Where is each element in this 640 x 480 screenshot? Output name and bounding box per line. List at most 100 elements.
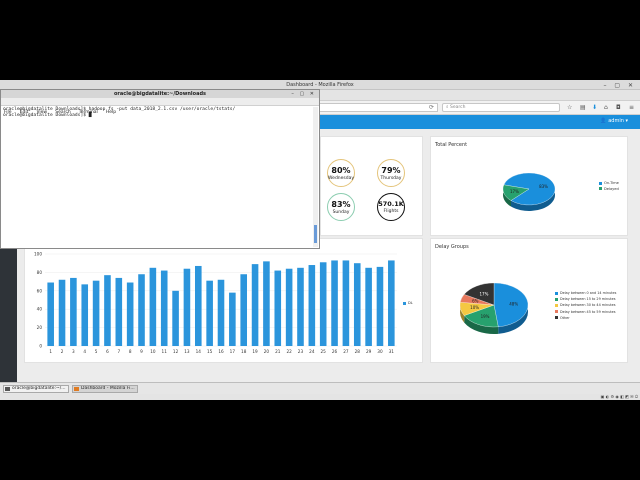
legend-swatch (599, 181, 602, 185)
legend-item: Delay between 30 to 44 minutes (555, 302, 616, 308)
browser-window-title: Dashboard - Mozilla Firefox (286, 82, 354, 88)
stat-wednesday: 80% Wednesday (327, 159, 355, 187)
x-tick-label: 14 (196, 349, 202, 354)
bar (263, 261, 270, 346)
pie-slice-label: 17% (510, 189, 519, 194)
menu-icon[interactable]: ≡ (629, 104, 634, 111)
x-tick-label: 1 (49, 349, 52, 354)
x-tick-label: 28 (355, 349, 361, 354)
bar (172, 290, 179, 346)
user-menu[interactable]: 👤 admin ▾ (600, 118, 628, 124)
pocket-icon[interactable]: ◘ (616, 104, 621, 111)
bar (285, 268, 293, 346)
terminal-output[interactable]: oracle@bigdatalite Downloads]$ hadoop fs… (3, 107, 235, 119)
firefox-icon (74, 387, 79, 391)
bar-legend: DL (403, 301, 413, 307)
x-tick-label: 9 (140, 349, 143, 354)
stat-thursday: 79% Thursday (377, 159, 405, 187)
bar (58, 279, 66, 346)
terminal-icon (5, 387, 10, 391)
bar (160, 270, 168, 346)
stat-sunday: 83% Sunday (327, 193, 355, 221)
x-tick-label: 29 (366, 349, 372, 354)
legend-item: Other (555, 315, 616, 321)
total-percent-legend: On-Time Delayed (599, 181, 619, 192)
stat-flights: 570.1K Flights (377, 193, 405, 221)
bar (342, 260, 350, 346)
terminal-line: oracle@bigdatalite Downloads]$ █ (3, 113, 92, 118)
bar (126, 282, 134, 346)
legend-swatch (555, 310, 558, 314)
reload-icon[interactable]: ⟳ (429, 104, 434, 112)
download-icon[interactable]: ⬇ (592, 104, 597, 111)
daily-bar-chart: 0204060801001 2 3 4 5 6 7 8 9 10 11 12 13 14 15 16 17 18 1… (34, 252, 397, 354)
y-tick-label: 100 (34, 252, 42, 257)
search-input[interactable]: ⌕ Search (442, 103, 560, 112)
bar (92, 280, 100, 346)
bar (331, 260, 338, 346)
legend-swatch (555, 297, 558, 301)
legend-swatch (555, 303, 558, 307)
stat-label: Sunday (332, 210, 350, 215)
star-icon[interactable]: ☆ (567, 104, 572, 111)
bar (365, 267, 372, 346)
pie-slice-label: 48% (509, 302, 518, 307)
bar (297, 267, 304, 346)
x-tick-label: 8 (129, 349, 132, 354)
daily-bar-chart-panel: 0 20 40 60 80 100 1 2 3 4 5 6 7 8 9 10 11 12 13 14 15 16 17 18 1… (24, 238, 423, 363)
pie-slice-label: 10% (470, 305, 479, 310)
taskbar-item-terminal[interactable]: oracle@bigdatalite:~/... (3, 385, 69, 393)
terminal-titlebar[interactable]: oracle@bigdatalite:~/Downloads – ▢ ✕ (1, 90, 319, 98)
terminal-scrollbar[interactable] (313, 107, 318, 247)
taskbar-item-firefox[interactable]: Dashboard - Mozilla Fi... (72, 385, 138, 393)
stats-panel: 80% Wednesday 79% Thursday 83% Sunday 57… (320, 136, 423, 236)
stat-value: 570.1K (378, 200, 404, 208)
x-tick-label: 22 (286, 349, 292, 354)
stat-label: Wednesday (328, 176, 355, 181)
x-tick-label: 23 (298, 349, 304, 354)
x-tick-label: 17 (230, 349, 236, 354)
legend-swatch (555, 291, 558, 295)
legend-label: Delay between 0 and 14 minutes (560, 291, 617, 295)
total-percent-panel: Total Percent 83% 17% On-Time Delayed (430, 136, 628, 236)
bar (240, 274, 248, 346)
bar (47, 282, 54, 346)
x-tick-label: 21 (275, 349, 281, 354)
x-tick-label: 27 (343, 349, 349, 354)
url-bar[interactable]: ⟳ (320, 103, 438, 112)
terminal-menubar: File Edit View Search Terminal Help (1, 98, 319, 115)
user-name: admin (608, 118, 624, 124)
y-tick-label: 60 (37, 288, 43, 293)
bar (81, 284, 89, 346)
legend-label: Delayed (604, 186, 619, 191)
bar (149, 267, 157, 346)
terminal-window[interactable]: oracle@bigdatalite:~/Downloads – ▢ ✕ Fil… (0, 89, 320, 249)
x-tick-label: 3 (72, 349, 75, 354)
bar (229, 292, 236, 346)
search-placeholder: Search (449, 105, 466, 110)
bar (388, 260, 395, 346)
library-icon[interactable]: ▤ (580, 104, 586, 111)
x-tick-label: 6 (106, 349, 109, 354)
bar (319, 262, 327, 346)
bar (70, 277, 77, 346)
x-tick-label: 7 (117, 349, 120, 354)
tray-icons[interactable]: ▣ ◐ ⚙ ◉ ◧ ◩ ✉ ⏻ (601, 393, 638, 400)
stat-value: 80% (331, 166, 351, 175)
y-tick-label: 0 (39, 344, 42, 349)
x-tick-label: 25 (321, 349, 327, 354)
bar (274, 270, 282, 346)
stat-label: Thursday (380, 176, 402, 181)
scrollbar-thumb[interactable] (314, 225, 317, 243)
bar (206, 280, 213, 346)
bar (308, 265, 316, 346)
pie-slice-label: 83% (539, 184, 548, 189)
legend-label: Other (560, 315, 570, 320)
bar (376, 266, 384, 346)
x-tick-label: 10 (150, 349, 156, 354)
stat-value: 79% (381, 166, 401, 175)
home-icon[interactable]: ⌂ (604, 104, 608, 111)
window-controls[interactable]: – ▢ ✕ (291, 90, 316, 98)
terminal-title: oracle@bigdatalite:~/Downloads (114, 91, 206, 97)
legend-label: On-Time (604, 181, 619, 185)
